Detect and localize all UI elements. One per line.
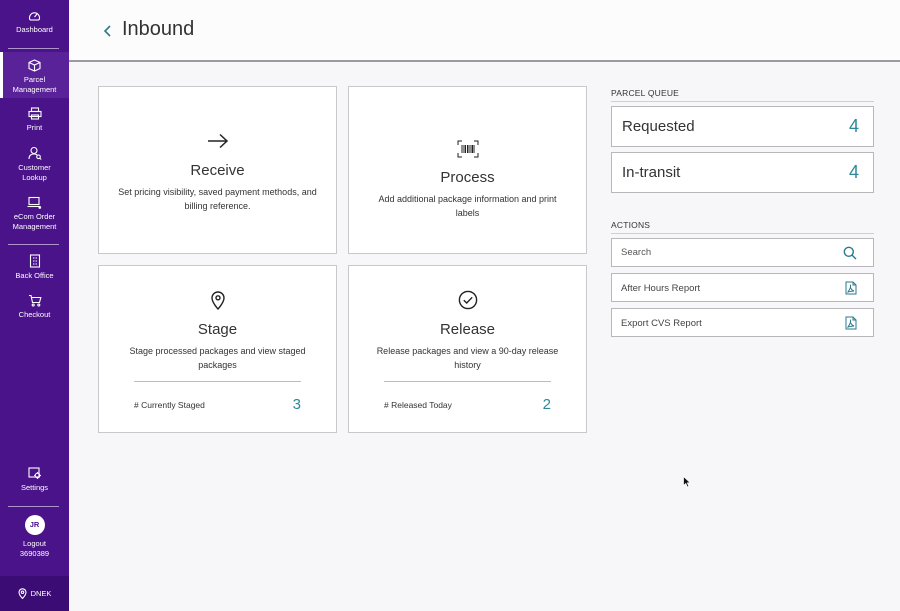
dashboard-gauge-icon — [28, 12, 41, 21]
sidebar-item-back-office[interactable]: Back Office — [0, 254, 69, 281]
queue-requested[interactable]: Requested 4 — [611, 106, 874, 147]
sidebar-item-customer-lookup[interactable]: Customer Lookup — [0, 146, 69, 182]
process-description: Add additional package information and p… — [378, 194, 557, 218]
export-cvs-report-button[interactable]: Export CVS Report — [611, 308, 874, 337]
search-box — [611, 238, 874, 267]
sidebar-divider — [8, 506, 59, 507]
queue-in-transit[interactable]: In-transit 4 — [611, 152, 874, 193]
sidebar-item-parcel-management[interactable]: Parcel Management — [0, 52, 69, 98]
released-today-count: 2 — [542, 396, 551, 413]
sidebar-item-label: Checkout — [18, 310, 51, 319]
shopping-cart-icon — [28, 294, 42, 307]
process-title: Process — [440, 169, 495, 186]
search-button[interactable] — [843, 246, 857, 265]
page-header: Inbound — [69, 0, 900, 62]
release-title: Release — [439, 321, 496, 338]
building-icon — [29, 254, 40, 268]
stage-card[interactable]: Stage Stage processed packages and view … — [98, 265, 337, 433]
currently-staged-label: # Currently Staged — [134, 400, 205, 410]
release-description: Release packages and view a 90-day relea… — [376, 346, 559, 370]
process-card[interactable]: Process Add additional package informati… — [348, 86, 587, 254]
sidebar-item-label: Back Office — [15, 271, 54, 280]
back-button[interactable] — [101, 20, 115, 42]
location-pin-icon — [18, 588, 27, 599]
receive-icon-wrap — [99, 133, 336, 149]
page-title: Inbound — [122, 18, 195, 40]
sidebar-item-label: Customer Lookup — [18, 163, 51, 182]
user-search-icon — [27, 146, 42, 160]
sidebar-item-print[interactable]: Print — [0, 107, 69, 133]
stage-divider — [134, 381, 301, 382]
stage-title: Stage — [197, 321, 238, 338]
sidebar-item-label: Print — [26, 123, 43, 132]
location-pin-icon — [210, 291, 225, 310]
receive-title: Receive — [190, 162, 245, 179]
sidebar-item-label: Settings — [20, 483, 49, 492]
mouse-pointer-icon — [683, 475, 692, 493]
parcel-queue-heading: PARCEL QUEUE — [611, 88, 874, 102]
check-circle-icon — [458, 290, 477, 310]
sidebar: Dashboard Parcel Management Print Custom… — [0, 0, 69, 611]
search-input[interactable] — [612, 239, 842, 266]
export-cvs-report-label: Export CVS Report — [621, 318, 702, 329]
printer-icon — [27, 107, 42, 120]
currently-staged-count: 3 — [292, 396, 301, 413]
queue-requested-label: Requested — [622, 118, 695, 135]
stage-description: Stage processed packages and view staged… — [129, 346, 306, 370]
barcode-scan-icon — [457, 140, 478, 158]
receive-card[interactable]: Receive Set pricing visibility, saved pa… — [98, 86, 337, 254]
queue-in-transit-count: 4 — [848, 162, 859, 182]
location-label: DNEK — [30, 589, 52, 598]
pdf-file-icon — [845, 316, 857, 335]
stage-icon-wrap — [99, 290, 336, 310]
sidebar-item-label: Dashboard — [16, 25, 53, 34]
pdf-file-icon — [845, 281, 857, 300]
arrow-right-icon — [207, 133, 228, 149]
logout-button[interactable]: JR Logout 3690389 — [0, 515, 69, 558]
chevron-left-icon — [103, 25, 111, 37]
queue-in-transit-label: In-transit — [622, 164, 681, 181]
laptop-cart-icon — [27, 196, 42, 209]
actions-heading: ACTIONS — [611, 220, 874, 234]
queue-requested-count: 4 — [848, 116, 859, 136]
settings-gear-icon — [27, 467, 41, 479]
sidebar-item-checkout[interactable]: Checkout — [0, 294, 69, 320]
sidebar-item-dashboard[interactable]: Dashboard — [0, 10, 69, 35]
sidebar-item-settings[interactable]: Settings — [0, 466, 69, 493]
receive-description: Set pricing visibility, saved payment me… — [118, 187, 317, 211]
sidebar-item-label: Parcel Management — [12, 75, 57, 94]
store-location[interactable]: DNEK — [0, 576, 69, 611]
logout-label: Logout — [23, 539, 46, 548]
process-icon-wrap — [349, 140, 586, 158]
after-hours-report-button[interactable]: After Hours Report — [611, 273, 874, 302]
sidebar-divider — [8, 48, 59, 49]
released-today-label: # Released Today — [384, 400, 452, 410]
user-id: 3690389 — [19, 548, 50, 558]
after-hours-report-label: After Hours Report — [621, 283, 701, 294]
release-icon-wrap — [349, 290, 586, 310]
sidebar-divider — [8, 244, 59, 245]
release-divider — [384, 381, 551, 382]
sidebar-item-ecom-order-management[interactable]: eCom Order Management — [0, 196, 69, 231]
sidebar-item-label: eCom Order Management — [12, 212, 57, 231]
package-box-icon — [28, 59, 41, 72]
release-card[interactable]: Release Release packages and view a 90-d… — [348, 265, 587, 433]
avatar: JR — [24, 515, 45, 535]
search-icon — [843, 246, 857, 260]
